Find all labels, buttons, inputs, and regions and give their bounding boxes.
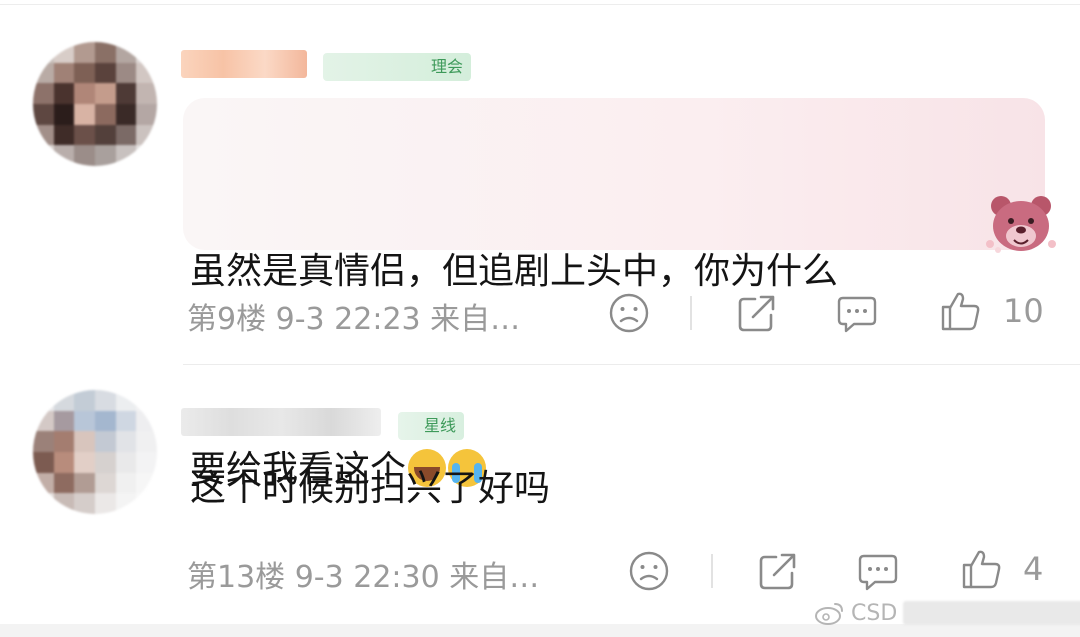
floor-time-source: 第13楼 9-3 22:30 来自… bbox=[187, 560, 540, 595]
avatar[interactable] bbox=[33, 390, 157, 514]
action-separator bbox=[711, 554, 713, 588]
comment-icon[interactable] bbox=[835, 291, 879, 335]
like-count: 4 bbox=[1023, 550, 1044, 588]
weibo-watermark: CSD bbox=[815, 597, 1080, 629]
comment-divider bbox=[183, 364, 1080, 365]
comment-text: 这个时候别扫兴了好吗 bbox=[190, 468, 551, 509]
avatar[interactable] bbox=[33, 42, 157, 166]
like-count: 10 bbox=[1003, 292, 1044, 330]
user-badge: 星线 bbox=[398, 412, 464, 440]
username-blurred[interactable] bbox=[181, 408, 381, 436]
share-icon[interactable] bbox=[756, 549, 800, 593]
thumbs-up-icon[interactable] bbox=[939, 289, 983, 333]
username-blurred[interactable] bbox=[181, 50, 307, 78]
sad-face-icon[interactable] bbox=[627, 549, 671, 593]
action-separator bbox=[690, 296, 692, 330]
watermark-blurred-handle bbox=[903, 601, 1080, 625]
sad-face-icon[interactable] bbox=[607, 291, 651, 335]
floor-time-source: 第9楼 9-3 22:23 来自… bbox=[187, 302, 521, 337]
comment-icon[interactable] bbox=[856, 549, 900, 593]
user-badge: 理会 bbox=[323, 53, 471, 81]
watermark-prefix: CSD bbox=[851, 600, 898, 626]
bear-sticker-icon bbox=[986, 196, 1056, 253]
share-icon[interactable] bbox=[735, 291, 779, 335]
weibo-logo-icon bbox=[815, 603, 843, 625]
thumbs-up-icon[interactable] bbox=[960, 547, 1004, 591]
top-divider bbox=[0, 4, 1080, 5]
